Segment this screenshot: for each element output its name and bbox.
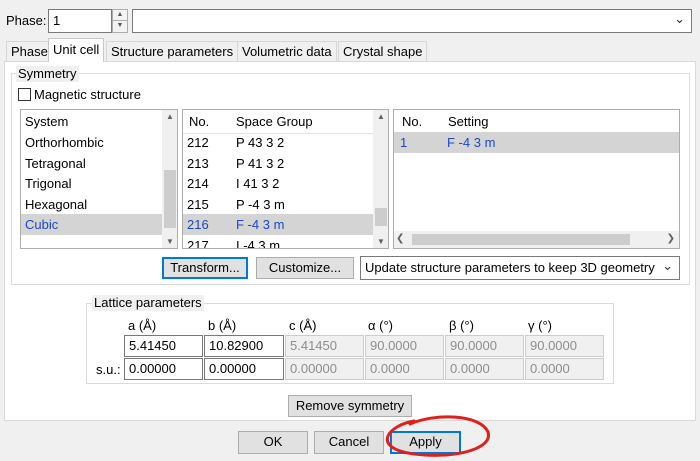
- space-group-no: 216: [187, 217, 209, 232]
- space-group-name: P -4 3 m: [236, 197, 285, 212]
- space-group-no: 215: [187, 197, 209, 212]
- lattice-header-beta: β (°): [449, 318, 474, 333]
- spin-down-icon[interactable]: ▼: [113, 21, 127, 32]
- phase-name-value: [133, 13, 137, 28]
- phase-label: Phase:: [6, 13, 47, 28]
- ok-button[interactable]: OK: [238, 431, 308, 454]
- space-group-name: I -4 3 m: [236, 238, 281, 249]
- space-group-row[interactable]: 217 I -4 3 m: [183, 235, 373, 249]
- space-group-header-name: Space Group: [236, 114, 313, 129]
- setting-hscroll-thumb[interactable]: [412, 234, 630, 245]
- space-group-no: 213: [187, 156, 209, 171]
- chevron-down-icon: ⌄: [662, 258, 673, 273]
- space-group-row[interactable]: 212 P 43 3 2: [183, 132, 373, 153]
- lattice-header-alpha: α (°): [368, 318, 393, 333]
- update-mode-value: Update structure parameters to keep 3D g…: [365, 260, 655, 275]
- tab-volumetric-data[interactable]: Volumetric data: [237, 41, 337, 61]
- lattice-gamma-input[interactable]: 90.0000: [525, 335, 604, 357]
- customize-button[interactable]: Customize...: [256, 257, 354, 279]
- chevron-down-icon: ⌄: [674, 11, 685, 26]
- annotation-circle: [385, 415, 490, 457]
- su-label: s.u.:: [96, 362, 121, 377]
- system-scroll-thumb[interactable]: [164, 170, 176, 228]
- setting-list[interactable]: No. Setting 1 F -4 3 m ❮ ❯: [393, 109, 680, 249]
- lattice-header-c: c (Å): [289, 318, 317, 333]
- magnetic-structure-checkbox[interactable]: [18, 88, 31, 101]
- tab-phase[interactable]: Phase: [6, 41, 53, 61]
- space-group-header-no: No.: [189, 114, 210, 129]
- system-item-hexagonal[interactable]: Hexagonal: [21, 194, 166, 215]
- lattice-alpha-input[interactable]: 90.0000: [365, 335, 444, 357]
- system-item-tetragonal[interactable]: Tetragonal: [21, 153, 166, 174]
- transform-button[interactable]: Transform...: [162, 257, 248, 279]
- tab-unit-cell[interactable]: Unit cell: [48, 38, 105, 62]
- su-c-input[interactable]: 0.00000: [285, 358, 364, 380]
- space-group-no: 217: [187, 238, 209, 249]
- phase-spin-buttons[interactable]: ▲ ▼: [112, 9, 128, 33]
- space-group-name: I 41 3 2: [236, 176, 280, 191]
- space-group-scrollbar[interactable]: ▲ ▼: [373, 110, 388, 248]
- system-item-trigonal[interactable]: Trigonal: [21, 173, 166, 194]
- tab-crystal-shape[interactable]: Crystal shape: [338, 41, 428, 61]
- system-list[interactable]: System Orthorhombic Tetragonal Trigonal …: [20, 109, 178, 249]
- cancel-button[interactable]: Cancel: [314, 431, 384, 454]
- lattice-header-a: a (Å): [128, 318, 157, 333]
- scroll-left-icon[interactable]: ❮: [396, 233, 404, 244]
- space-group-row[interactable]: 215 P -4 3 m: [183, 194, 373, 215]
- space-group-scroll-thumb[interactable]: [375, 208, 387, 226]
- space-group-row[interactable]: 213 P 41 3 2: [183, 153, 373, 174]
- lattice-header-gamma: γ (°): [528, 318, 552, 333]
- setting-header-setting: Setting: [448, 114, 489, 129]
- su-gamma-input[interactable]: 0.0000: [525, 358, 604, 380]
- phase-spinbox[interactable]: 1: [48, 9, 112, 33]
- scroll-right-icon[interactable]: ❯: [667, 233, 675, 244]
- lattice-a-input[interactable]: 5.41450: [124, 335, 203, 357]
- setting-no: 1: [400, 135, 408, 150]
- space-group-name: P 43 3 2: [236, 135, 285, 150]
- magnetic-structure-label: Magnetic structure: [34, 87, 141, 102]
- lattice-header-b: b (Å): [208, 318, 237, 333]
- lattice-c-input[interactable]: 5.41450: [285, 335, 364, 357]
- lattice-parameters-title: Lattice parameters: [92, 295, 204, 311]
- lattice-b-input[interactable]: 10.82900: [204, 335, 284, 357]
- space-group-list[interactable]: No. Space Group 212 P 43 3 2 213 P 41 3 …: [182, 109, 389, 249]
- space-group-no: 212: [187, 135, 209, 150]
- setting-row-selected[interactable]: 1 F -4 3 m: [394, 132, 679, 153]
- lattice-beta-input[interactable]: 90.0000: [445, 335, 524, 357]
- space-group-no: 214: [187, 176, 209, 191]
- space-group-row-selected[interactable]: 216 F -4 3 m: [183, 214, 373, 235]
- setting-header-no: No.: [402, 114, 423, 129]
- phase-name-combo[interactable]: ⌄: [132, 9, 692, 33]
- system-scrollbar[interactable]: ▲ ▼: [162, 110, 177, 248]
- setting-name: F -4 3 m: [447, 135, 496, 150]
- space-group-row[interactable]: 214 I 41 3 2: [183, 173, 373, 194]
- scroll-up-icon[interactable]: ▲: [162, 112, 177, 121]
- su-alpha-input[interactable]: 0.0000: [365, 358, 444, 380]
- space-group-name: F -4 3 m: [236, 217, 285, 232]
- system-header: System: [25, 114, 69, 129]
- symmetry-title: Symmetry: [16, 66, 79, 82]
- su-a-input[interactable]: 0.00000: [124, 358, 203, 380]
- space-group-name: P 41 3 2: [236, 156, 285, 171]
- spin-up-icon[interactable]: ▲: [113, 10, 127, 21]
- system-item-orthorhombic[interactable]: Orthorhombic: [21, 132, 166, 153]
- tab-structure-parameters[interactable]: Structure parameters: [106, 41, 239, 61]
- setting-hscrollbar[interactable]: ❮ ❯: [394, 231, 679, 248]
- update-mode-combo[interactable]: Update structure parameters to keep 3D g…: [360, 256, 680, 280]
- scroll-down-icon[interactable]: ▼: [373, 237, 388, 246]
- system-item-cubic[interactable]: Cubic: [21, 214, 162, 235]
- scroll-up-icon[interactable]: ▲: [373, 112, 388, 121]
- su-b-input[interactable]: 0.00000: [204, 358, 284, 380]
- scroll-down-icon[interactable]: ▼: [162, 237, 177, 246]
- su-beta-input[interactable]: 0.0000: [445, 358, 524, 380]
